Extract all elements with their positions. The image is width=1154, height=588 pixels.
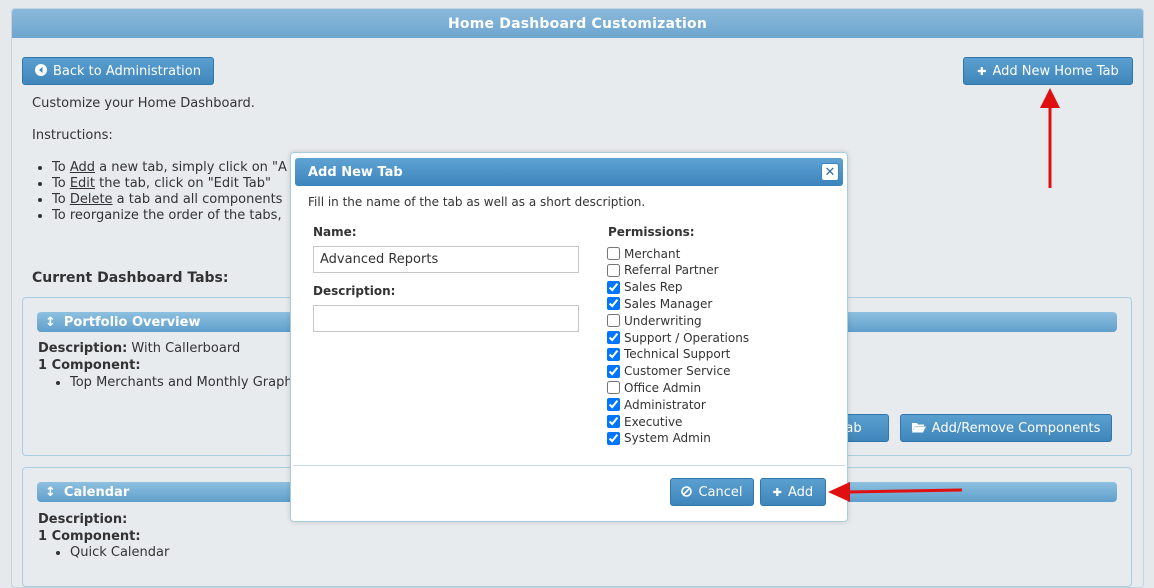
name-label: Name:	[313, 225, 357, 239]
list-item: Top Merchants and Monthly Graph	[70, 375, 293, 390]
instruction-item: To reorganize the order of the tabs,	[52, 208, 287, 224]
permission-label: Referral Partner	[624, 263, 719, 278]
plus-icon: ✚	[977, 64, 987, 78]
tab-name-input[interactable]	[313, 246, 579, 273]
folder-open-icon	[911, 422, 926, 435]
instruction-item: To Edit the tab, click on "Edit Tab"	[52, 176, 287, 192]
tab-component-count: 1 Component:	[38, 358, 141, 373]
add-label: Add	[788, 484, 814, 500]
permission-label: Sales Manager	[624, 296, 713, 311]
permission-checkbox[interactable]	[607, 331, 620, 344]
permission-checkbox[interactable]	[607, 347, 620, 361]
dialog-divider	[293, 465, 845, 466]
permissions-label: Permissions:	[608, 225, 695, 239]
add-remove-components-label: Add/Remove Components	[931, 420, 1101, 436]
page-title: Home Dashboard Customization	[12, 9, 1143, 38]
permission-checkbox[interactable]	[607, 297, 620, 311]
permission-option[interactable]: Merchant	[607, 245, 680, 262]
intro-text: Customize your Home Dashboard.	[32, 96, 255, 111]
permission-checkbox[interactable]	[607, 431, 620, 445]
permission-label: Executive	[624, 414, 683, 429]
permission-option[interactable]: Office Admin	[607, 379, 701, 396]
permission-checkbox[interactable]	[607, 415, 620, 428]
close-icon[interactable]: ✕	[821, 163, 839, 181]
tab-component-count: 1 Component:	[38, 529, 141, 544]
list-item: Quick Calendar	[70, 545, 169, 560]
permission-checkbox[interactable]	[607, 247, 620, 260]
permission-label: Sales Rep	[624, 280, 683, 295]
dialog-title: Add New Tab	[308, 164, 403, 180]
permission-checkbox[interactable]	[607, 280, 620, 294]
permission-label: Underwriting	[624, 313, 702, 328]
sort-icon[interactable]: ↕	[45, 485, 56, 500]
cancel-button[interactable]: Cancel	[670, 478, 754, 506]
annotation-arrow-left	[828, 482, 963, 502]
permission-checkbox[interactable]	[607, 381, 620, 395]
permission-option[interactable]: Customer Service	[607, 363, 730, 380]
permission-option[interactable]: Sales Manager	[607, 295, 712, 312]
permission-label: System Admin	[624, 431, 711, 446]
tab-description-input[interactable]	[313, 305, 579, 332]
permission-label: Support / Operations	[624, 330, 750, 345]
permission-label: Technical Support	[624, 347, 731, 362]
instruction-item: To Delete a tab and all components	[52, 192, 287, 208]
permission-option[interactable]: Sales Rep	[607, 279, 683, 296]
add-button[interactable]: ✚ Add	[760, 478, 826, 506]
tab-components-list: Quick Calendar	[38, 545, 169, 560]
permission-checkbox[interactable]	[607, 263, 620, 277]
back-to-administration-button[interactable]: Back to Administration	[22, 57, 214, 85]
add-remove-components-button[interactable]: Add/Remove Components	[900, 414, 1112, 442]
tab-title: Calendar	[63, 484, 130, 500]
ban-icon	[681, 485, 693, 499]
tab-title: Portfolio Overview	[63, 314, 201, 330]
add-new-home-tab-button[interactable]: ✚ Add New Home Tab	[963, 57, 1133, 85]
sort-icon[interactable]: ↕	[45, 315, 56, 330]
permission-label: Office Admin	[624, 380, 702, 395]
permission-option[interactable]: System Admin	[607, 430, 711, 447]
dialog-title-bar[interactable]: Add New Tab ✕	[295, 158, 843, 186]
permission-option[interactable]: Administrator	[607, 396, 706, 413]
tab-description: Description:	[38, 512, 128, 527]
dialog-intro: Fill in the name of the tab as well as a…	[308, 195, 646, 209]
permission-checkbox[interactable]	[607, 314, 620, 328]
permission-option[interactable]: Technical Support	[607, 346, 730, 363]
tab-components-list: Top Merchants and Monthly Graph	[38, 375, 293, 390]
permission-option[interactable]: Underwriting	[607, 312, 702, 329]
current-tabs-heading: Current Dashboard Tabs:	[32, 270, 229, 286]
permission-label: Merchant	[624, 246, 681, 261]
permission-label: Administrator	[624, 397, 706, 412]
add-new-tab-dialog: Add New Tab ✕ Fill in the name of the ta…	[290, 152, 848, 522]
instruction-item: To Add a new tab, simply click on "A	[52, 160, 287, 176]
add-home-tab-label: Add New Home Tab	[992, 63, 1119, 79]
permission-option[interactable]: Executive	[607, 413, 682, 430]
description-label: Description:	[313, 284, 396, 298]
plus-icon: ✚	[772, 485, 783, 499]
permission-option[interactable]: Referral Partner	[607, 262, 719, 279]
back-button-label: Back to Administration	[52, 63, 201, 79]
cancel-label: Cancel	[698, 484, 743, 500]
tab-description: Description: With Callerboard	[38, 341, 241, 356]
permission-label: Customer Service	[624, 364, 731, 379]
annotation-arrow-up	[1040, 88, 1060, 188]
permission-checkbox[interactable]	[607, 364, 620, 378]
instructions-list: To Add a new tab, simply click on "A To …	[32, 160, 287, 224]
circle-left-icon	[34, 64, 47, 78]
instructions-heading: Instructions:	[32, 128, 113, 143]
permission-checkbox[interactable]	[607, 398, 620, 412]
permission-option[interactable]: Support / Operations	[607, 329, 749, 346]
